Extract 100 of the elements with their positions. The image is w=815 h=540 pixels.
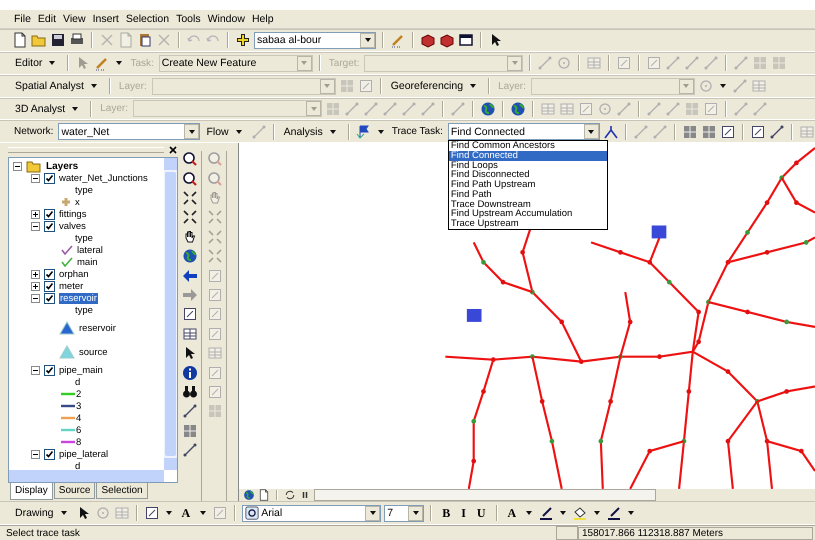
binoculars-icon[interactable] [182,384,198,400]
menu-item[interactable]: Tools [176,12,201,25]
paint-bucket-icon[interactable] [572,505,588,522]
scrollbar[interactable] [164,158,177,470]
tab[interactable]: Display [10,483,53,500]
collapse-icon[interactable] [31,366,40,375]
toolbar-menu[interactable]: Drawing [12,507,73,520]
toolbar-menu[interactable]: Analysis [280,126,342,138]
layer-name[interactable]: fittings [59,208,86,220]
dropdown-option[interactable]: Find Path Upstream [448,180,607,190]
layer-name[interactable]: reservoir [59,292,98,304]
left-arrow-icon[interactable] [182,268,198,284]
close-icon[interactable] [168,145,178,156]
square-icon[interactable] [182,306,198,322]
collapse-icon[interactable] [31,294,40,303]
menu-item[interactable]: Edit [38,12,56,25]
flag-icon[interactable] [356,124,372,140]
line-color-icon[interactable] [538,505,554,522]
caret-icon[interactable] [718,82,727,90]
checkbox[interactable] [44,292,55,304]
dropdown-option[interactable]: Find Disconnected [448,170,607,180]
collapse-icon[interactable] [13,162,22,171]
dropdown-field[interactable]: sabaa al-bour [254,32,376,49]
toolbar-menu[interactable]: Georeferencing [388,80,482,92]
scrollbar[interactable] [314,489,656,502]
caret-icon[interactable] [164,509,173,518]
collapse-icon[interactable] [31,222,40,231]
clipboard-icon[interactable] [137,32,153,48]
checkbox[interactable] [44,448,55,460]
cube-icon[interactable] [439,32,455,48]
square-icon[interactable] [720,124,736,140]
format-button[interactable]: A [504,506,520,521]
dropdown-option[interactable]: Find Loops [448,160,607,170]
checkbox[interactable] [44,208,55,220]
expand-icon[interactable] [31,270,40,279]
fork-icon[interactable] [602,124,619,140]
square-icon[interactable] [750,124,766,140]
square-icon[interactable] [144,505,160,522]
toolbar-menu[interactable]: Flow [203,126,248,138]
info-icon[interactable] [182,364,198,381]
page-icon[interactable] [12,32,28,48]
cube-icon[interactable] [420,32,436,48]
format-button[interactable]: U [472,506,490,521]
caret-icon[interactable] [627,509,636,518]
caret-icon[interactable] [525,509,534,518]
format-button[interactable]: B [438,506,454,521]
layer-name[interactable]: orphan [59,268,89,280]
dropdown-option[interactable]: Trace Upstream [448,218,607,229]
page-icon[interactable] [258,489,270,502]
collapse-icon[interactable] [31,174,40,183]
checkbox[interactable] [44,268,55,280]
layer-name[interactable]: pipe_lateral [59,448,108,460]
window-icon[interactable] [458,32,474,48]
caret-icon[interactable] [559,509,568,518]
menu-item[interactable]: View [63,12,86,25]
dropdown-field[interactable]: Find Connected [448,123,600,140]
layer-name[interactable]: meter [59,280,84,292]
line-icon[interactable] [768,124,785,140]
checkbox[interactable] [44,220,55,232]
checkbox[interactable] [44,364,55,376]
line-color-icon[interactable] [606,505,622,522]
grip-handle[interactable] [8,147,164,154]
checkbox[interactable] [44,172,55,184]
plus-icon[interactable] [235,32,251,48]
checkbox[interactable] [44,280,55,292]
expand-icon[interactable] [31,282,40,291]
dropdown-option[interactable]: Find Upstream Accumulation [448,209,607,219]
collapse-icon[interactable] [31,450,40,459]
layer-name[interactable]: pipe_main [59,364,103,376]
full-extent-icon[interactable] [182,209,198,226]
format-button[interactable]: I [457,506,470,521]
expand-icon[interactable] [31,210,40,219]
dropdown-option[interactable]: Find Connected [448,151,607,161]
caret-icon[interactable] [376,128,385,136]
menu-item[interactable]: Selection [126,12,170,25]
menu-item[interactable]: Window [208,12,245,25]
caret-icon[interactable] [199,509,208,518]
menu-item[interactable]: Insert [92,12,119,25]
layer-name[interactable]: water_Net_Junctions [59,172,148,184]
line-icon[interactable] [182,403,198,420]
dropdown-option[interactable]: Find Path [448,190,607,200]
tree-label[interactable]: Layers [46,160,78,172]
pencil-icon[interactable] [390,32,406,48]
dropdown-option[interactable]: Find Common Ancestors [448,141,607,152]
refresh-icon[interactable] [284,489,296,502]
magnifier-icon[interactable] [182,151,198,168]
scrollbar[interactable] [9,470,164,482]
layer-name[interactable]: valves [59,220,86,232]
caret-icon[interactable] [593,509,602,518]
magnifier-icon[interactable] [182,170,198,187]
globe-icon[interactable] [182,248,198,264]
dropdown-option[interactable]: Trace Downstream [448,200,607,210]
tab[interactable]: Source [54,483,96,500]
dropdown-field[interactable]: water_Net [58,123,200,140]
toolbar-menu[interactable]: 3D Analyst [12,102,84,115]
full-extent-icon[interactable] [182,190,198,206]
dropdown-field[interactable]: Arial [242,504,382,522]
toolbar-menu[interactable]: Spatial Analyst [12,80,103,92]
grid-icon[interactable] [682,124,698,140]
menu-item[interactable]: File [14,12,31,25]
